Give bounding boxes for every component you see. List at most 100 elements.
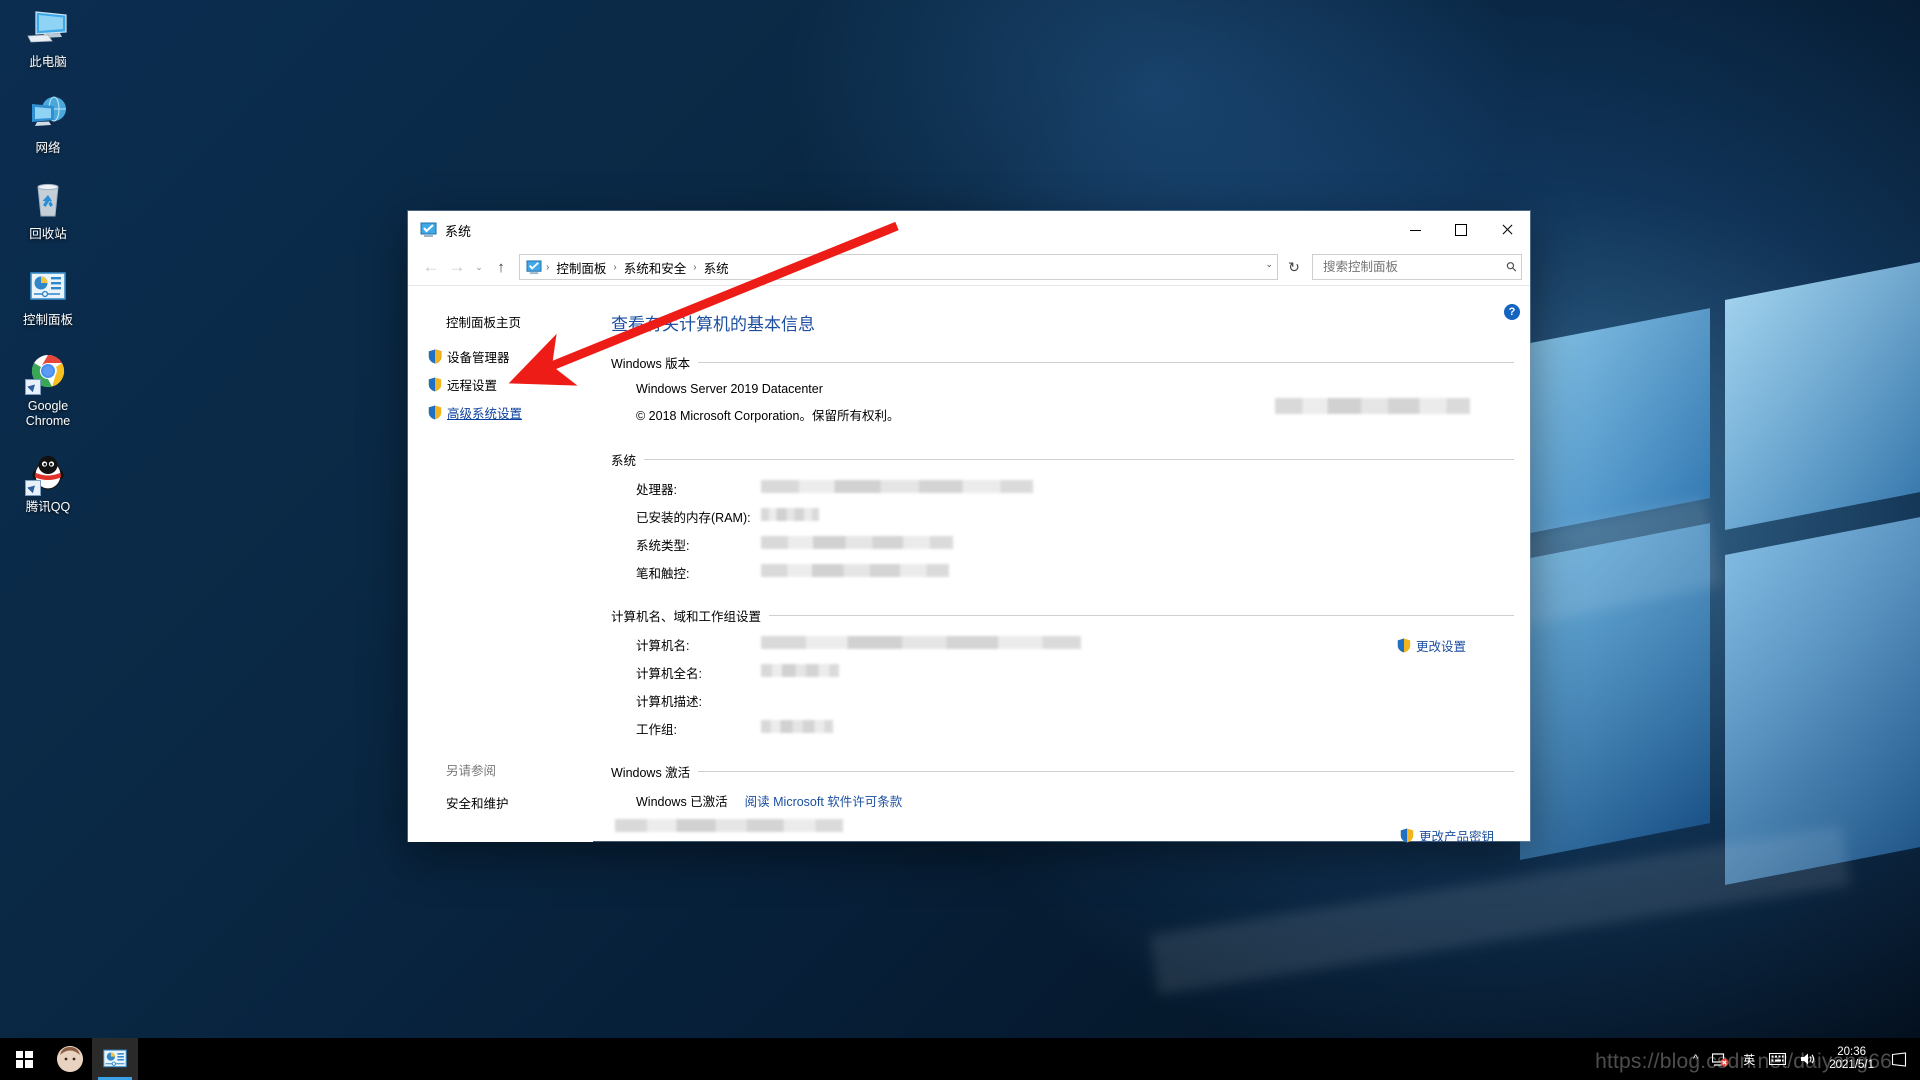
section-title: Windows 激活	[611, 762, 698, 781]
desktop-icon-google-chrome[interactable]: Google Chrome	[0, 350, 96, 429]
section-header: 计算机名、域和工作组设置	[611, 606, 1514, 625]
section-system: 系统 处理器: 已安装的内存(RAM): 系统类型: 笔和触控:	[611, 450, 1514, 582]
section-rule	[698, 771, 1514, 772]
section-header: 系统	[611, 450, 1514, 469]
tray-ime-language-icon[interactable]: 英	[1736, 1038, 1762, 1080]
activation-status-line: Windows 已激活 阅读 Microsoft 软件许可条款	[611, 791, 1514, 810]
taskbar-app-control-panel[interactable]	[92, 1038, 138, 1080]
search-input[interactable]	[1321, 259, 1507, 275]
system-control-panel-window[interactable]: 系统 ← → ⌄ ↑ › 控制面板 › 系统和安全 › 系统 ⌄	[408, 211, 1530, 841]
content-pane: ? 查看有关计算机的基本信息 Windows 版本 Windows Server…	[593, 286, 1530, 842]
maximize-button[interactable]	[1438, 211, 1484, 249]
breadcrumb-item-system-and-security[interactable]: 系统和安全	[618, 257, 693, 278]
desktop-icon-label: 腾讯QQ	[0, 500, 96, 515]
close-icon	[1501, 224, 1513, 236]
system-icon	[420, 222, 437, 238]
clock-time: 20:36	[1829, 1046, 1874, 1059]
change-product-key-link[interactable]: 更改产品密钥	[1400, 826, 1494, 845]
row-value	[761, 635, 1081, 654]
recycle-bin-icon	[26, 178, 70, 222]
row-value	[761, 663, 839, 682]
redacted-block	[615, 819, 843, 832]
taskbar[interactable]: ^ 英 2	[0, 1038, 1920, 1080]
change-settings-label: 更改设置	[1416, 636, 1466, 655]
desktop-icon-control-panel[interactable]: 控制面板	[0, 264, 96, 328]
close-button[interactable]	[1484, 211, 1530, 249]
desktop-icon-this-pc[interactable]: 此电脑	[0, 6, 96, 70]
table-row: 计算机全名:	[611, 663, 1514, 682]
refresh-button[interactable]: ↻	[1282, 255, 1306, 279]
window-titlebar[interactable]: 系统	[408, 211, 1530, 249]
section-rule	[644, 459, 1514, 460]
cortana-search-button[interactable]	[48, 1038, 92, 1080]
desktop-icon-recycle-bin[interactable]: 回收站	[0, 178, 96, 242]
taskbar-clock[interactable]: 20:36 2021/5/1	[1823, 1046, 1884, 1072]
windows-logo-redacted	[1275, 398, 1470, 414]
sidebar-item-remote-settings[interactable]: 远程设置	[428, 375, 593, 394]
tray-chevron-up-icon[interactable]: ^	[1686, 1038, 1705, 1080]
desktop-icon-label: 控制面板	[0, 313, 96, 328]
wallpaper-pane	[1725, 261, 1920, 530]
shield-icon	[1397, 638, 1411, 653]
breadcrumb-root-icon	[526, 260, 542, 275]
sidebar-item-label: 高级系统设置	[447, 403, 522, 422]
breadcrumb[interactable]: › 控制面板 › 系统和安全 › 系统 ⌄	[519, 254, 1278, 280]
see-also-link-security-and-maintenance[interactable]: 安全和维护	[446, 793, 509, 812]
tray-network-error-icon[interactable]	[1705, 1038, 1736, 1080]
section-title: 计算机名、域和工作组设置	[611, 606, 769, 625]
action-center-button[interactable]	[1884, 1038, 1914, 1080]
see-also-heading: 另请参阅	[446, 760, 509, 779]
shortcut-overlay-icon	[25, 480, 41, 496]
row-label: 已安装的内存(RAM):	[611, 507, 761, 526]
breadcrumb-item-system[interactable]: 系统	[698, 257, 735, 278]
minimize-button[interactable]	[1392, 211, 1438, 249]
redacted-block	[761, 480, 1033, 493]
window-controls	[1392, 211, 1530, 249]
row-value	[761, 479, 1033, 498]
section-header: Windows 版本	[611, 353, 1514, 372]
forward-button[interactable]: →	[444, 254, 470, 280]
system-tray: ^ 英 2	[1686, 1038, 1920, 1080]
redacted-block	[761, 720, 833, 733]
table-row: 处理器:	[611, 479, 1514, 498]
network-icon	[26, 92, 70, 136]
help-button[interactable]: ?	[1504, 304, 1520, 320]
search-box[interactable]: ⚲	[1312, 254, 1522, 280]
shield-icon	[1400, 828, 1414, 843]
sidebar-item-label: 设备管理器	[447, 347, 510, 366]
up-button[interactable]: ↑	[488, 254, 514, 280]
tray-volume-icon[interactable]	[1793, 1038, 1823, 1080]
row-label: 计算机名:	[611, 635, 761, 654]
row-value	[761, 535, 953, 554]
back-button[interactable]: ←	[418, 254, 444, 280]
redacted-block	[761, 636, 1081, 649]
row-label: 系统类型:	[611, 535, 761, 554]
start-button[interactable]	[0, 1038, 48, 1080]
section-computer-name: 计算机名、域和工作组设置 计算机名: 计算机全名: 计算机描述: 工作组:	[611, 606, 1514, 738]
row-value	[761, 563, 949, 582]
sidebar: 控制面板主页 设备管理器 远程设置 高级系统设置 另请参	[408, 286, 593, 842]
shield-icon	[428, 405, 442, 420]
section-rule	[698, 362, 1514, 363]
sidebar-item-advanced-system-settings[interactable]: 高级系统设置	[428, 403, 593, 422]
cortana-avatar-icon	[57, 1046, 83, 1072]
desktop-icon-network[interactable]: 网络	[0, 92, 96, 156]
table-row: 计算机名:	[611, 635, 1514, 654]
chevron-down-icon[interactable]: ⌄	[1265, 259, 1273, 270]
breadcrumb-item-control-panel[interactable]: 控制面板	[550, 257, 612, 278]
sidebar-item-control-panel-home[interactable]: 控制面板主页	[428, 312, 593, 331]
page-title: 查看有关计算机的基本信息	[611, 310, 1514, 335]
sidebar-item-device-manager[interactable]: 设备管理器	[428, 347, 593, 366]
change-settings-link[interactable]: 更改设置	[1397, 636, 1466, 655]
license-terms-link[interactable]: 阅读 Microsoft 软件许可条款	[745, 795, 903, 809]
navigation-bar[interactable]: ← → ⌄ ↑ › 控制面板 › 系统和安全 › 系统 ⌄ ↻ ⚲	[408, 249, 1530, 286]
clock-date: 2021/5/1	[1829, 1059, 1874, 1072]
desktop-icon-tencent-qq[interactable]: 腾讯QQ	[0, 451, 96, 515]
section-windows-activation: Windows 激活 Windows 已激活 阅读 Microsoft 软件许可…	[611, 762, 1514, 832]
recent-locations-icon[interactable]: ⌄	[470, 254, 488, 280]
windows-edition-name: Windows Server 2019 Datacenter	[611, 382, 1514, 396]
google-chrome-icon	[26, 350, 70, 394]
tray-keyboard-icon[interactable]	[1762, 1038, 1793, 1080]
redacted-block	[761, 564, 949, 577]
see-also-section: 另请参阅 安全和维护	[446, 760, 509, 812]
